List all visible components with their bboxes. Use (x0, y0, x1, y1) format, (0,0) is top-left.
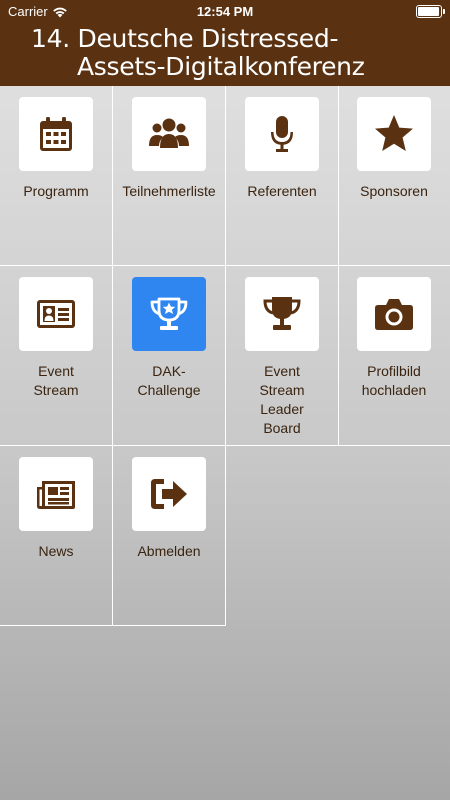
menu-item-event-stream[interactable]: Event Stream (0, 266, 113, 446)
menu-tile[interactable] (245, 277, 319, 351)
menu-tile[interactable] (19, 277, 93, 351)
star-icon (373, 113, 415, 155)
menu-item-label: Event Stream Leader Board (259, 363, 305, 436)
trophy-star-icon (148, 293, 190, 335)
camera-icon (373, 293, 415, 335)
menu-tile[interactable] (132, 457, 206, 531)
menu-item-sponsoren[interactable]: Sponsoren (338, 86, 450, 266)
page-title: 14. Deutsche Distressed- Assets-Digitalk… (0, 25, 450, 81)
menu-item-profilbild-hochladen[interactable]: Profilbild hochladen (338, 266, 450, 446)
calendar-icon (35, 113, 77, 155)
menu-item-label: DAK- Challenge (137, 363, 201, 398)
menu-tile[interactable] (132, 97, 206, 171)
menu-item-label: Teilnehmerliste (122, 183, 216, 199)
menu-item-dak-challenge[interactable]: DAK- Challenge (113, 266, 226, 446)
menu-item-label: Sponsoren (360, 183, 428, 199)
menu-item-label: Programm (23, 183, 89, 199)
menu-item-programm[interactable]: Programm (0, 86, 113, 266)
microphone-icon (261, 113, 303, 155)
menu-item-label: News (38, 543, 74, 559)
menu-item-teilnehmerliste[interactable]: Teilnehmerliste (113, 86, 226, 266)
menu-item-referenten[interactable]: Referenten (226, 86, 339, 266)
menu-item-label: Abmelden (137, 543, 201, 559)
id-card-icon (35, 293, 77, 335)
clock: 12:54 PM (196, 4, 254, 19)
menu-tile[interactable] (132, 277, 206, 351)
users-icon (148, 113, 190, 155)
menu-tile[interactable] (357, 97, 431, 171)
menu-tile[interactable] (245, 97, 319, 171)
status-bar: Carrier 12:54 PM (0, 0, 450, 24)
battery-level (418, 7, 439, 16)
title-line-1: 14. Deutsche Distressed- (31, 24, 339, 53)
menu-tile[interactable] (19, 97, 93, 171)
menu-item-abmelden[interactable]: Abmelden (113, 446, 226, 626)
menu-item-label: Event Stream (33, 363, 79, 398)
menu-item-event-stream-leader-board[interactable]: Event Stream Leader Board (226, 266, 339, 446)
app-header: Carrier 12:54 PM 14. Deutsche Distressed… (0, 0, 450, 86)
menu-item-label: Profilbild hochladen (361, 363, 427, 398)
sign-out-icon (148, 473, 190, 515)
menu-item-label: Referenten (247, 183, 317, 199)
battery-icon (416, 5, 445, 18)
newspaper-icon (35, 473, 77, 515)
menu-tile[interactable] (357, 277, 431, 351)
menu-tile[interactable] (19, 457, 93, 531)
trophy-icon (261, 293, 303, 335)
title-line-2: Assets-Digitalkonferenz (77, 52, 365, 81)
menu-item-news[interactable]: News (0, 446, 113, 626)
